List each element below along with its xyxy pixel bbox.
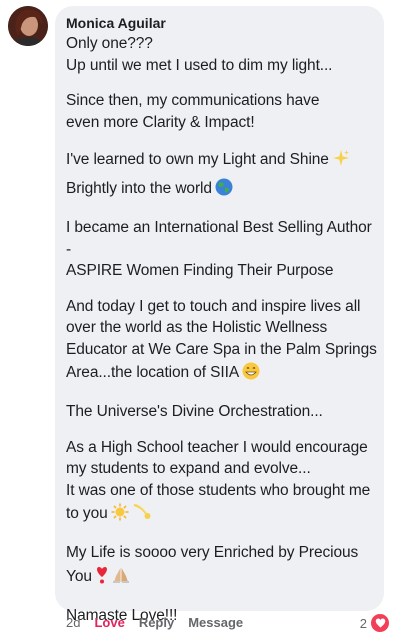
- praying-hands-icon: [112, 566, 130, 593]
- text-line: my students to expand and evolve...: [66, 460, 311, 477]
- text-line: My Life is soooo very Enriched by Precio…: [66, 544, 359, 561]
- heart-exclamation-icon: [95, 566, 109, 593]
- text-line: Area...the location of SIIA: [66, 360, 374, 389]
- text-line-content: to you: [66, 505, 108, 522]
- author-name[interactable]: Monica Aguilar: [66, 14, 374, 32]
- text-line: It was one of those students who brought…: [66, 481, 371, 499]
- globe-icon: [215, 178, 233, 205]
- comment-screen: Monica Aguilar Only one??? Up until we m…: [0, 0, 402, 640]
- reaction-summary[interactable]: 2: [360, 613, 390, 633]
- avatar[interactable]: [8, 6, 48, 46]
- text-line-content: Brightly into the world: [66, 180, 212, 197]
- text-line: -: [66, 240, 72, 258]
- text-line: Brightly into the world: [66, 176, 374, 205]
- text-line-content: Area...the location of SIIA: [66, 364, 240, 381]
- sparkles-icon: [332, 149, 350, 176]
- text-line: You: [66, 564, 374, 593]
- text-line-content: I've learned to own my Light and Shine: [66, 151, 329, 168]
- text-line: And today I get to touch and inspire liv…: [66, 297, 361, 315]
- reply-button[interactable]: Reply: [139, 614, 174, 632]
- text-line-content: You: [66, 567, 92, 585]
- sun-icon: [111, 503, 129, 530]
- text-line: Up until we met I used to dim my light..…: [66, 56, 333, 74]
- text-line: Only one???: [66, 35, 153, 52]
- text-line: The Universe's Divine Orchestration...: [66, 403, 323, 420]
- comment-bubble: Monica Aguilar Only one??? Up until we m…: [55, 6, 384, 624]
- comment-timestamp[interactable]: 2d: [66, 614, 80, 632]
- text-line: even more Clarity & Impact!: [66, 113, 255, 131]
- reaction-count: 2: [359, 615, 367, 631]
- text-line: I've learned to own my Light and Shine: [66, 147, 374, 176]
- comment-actions: 2d Love Reply Message: [66, 614, 243, 632]
- text-line: ASPIRE Women Finding Their Purpose: [66, 262, 334, 279]
- text-line: As a High School teacher I would encoura…: [66, 438, 368, 456]
- message-button[interactable]: Message: [188, 614, 243, 632]
- text-line: Educator at We Care Spa in the Palm Spri…: [66, 340, 377, 358]
- comment-text: Only one??? Up until we met I used to di…: [66, 33, 377, 626]
- love-reaction-button[interactable]: Love: [94, 614, 124, 632]
- text-line: Since then, my communications have: [66, 92, 320, 109]
- heart-icon: [370, 613, 390, 633]
- text-line: to you: [66, 501, 374, 530]
- grin-icon: [242, 362, 260, 389]
- comet-icon: [132, 503, 152, 530]
- text-line: over the world as the Holistic Wellness: [66, 319, 328, 336]
- text-line: I became an International Best Selling A…: [66, 219, 372, 236]
